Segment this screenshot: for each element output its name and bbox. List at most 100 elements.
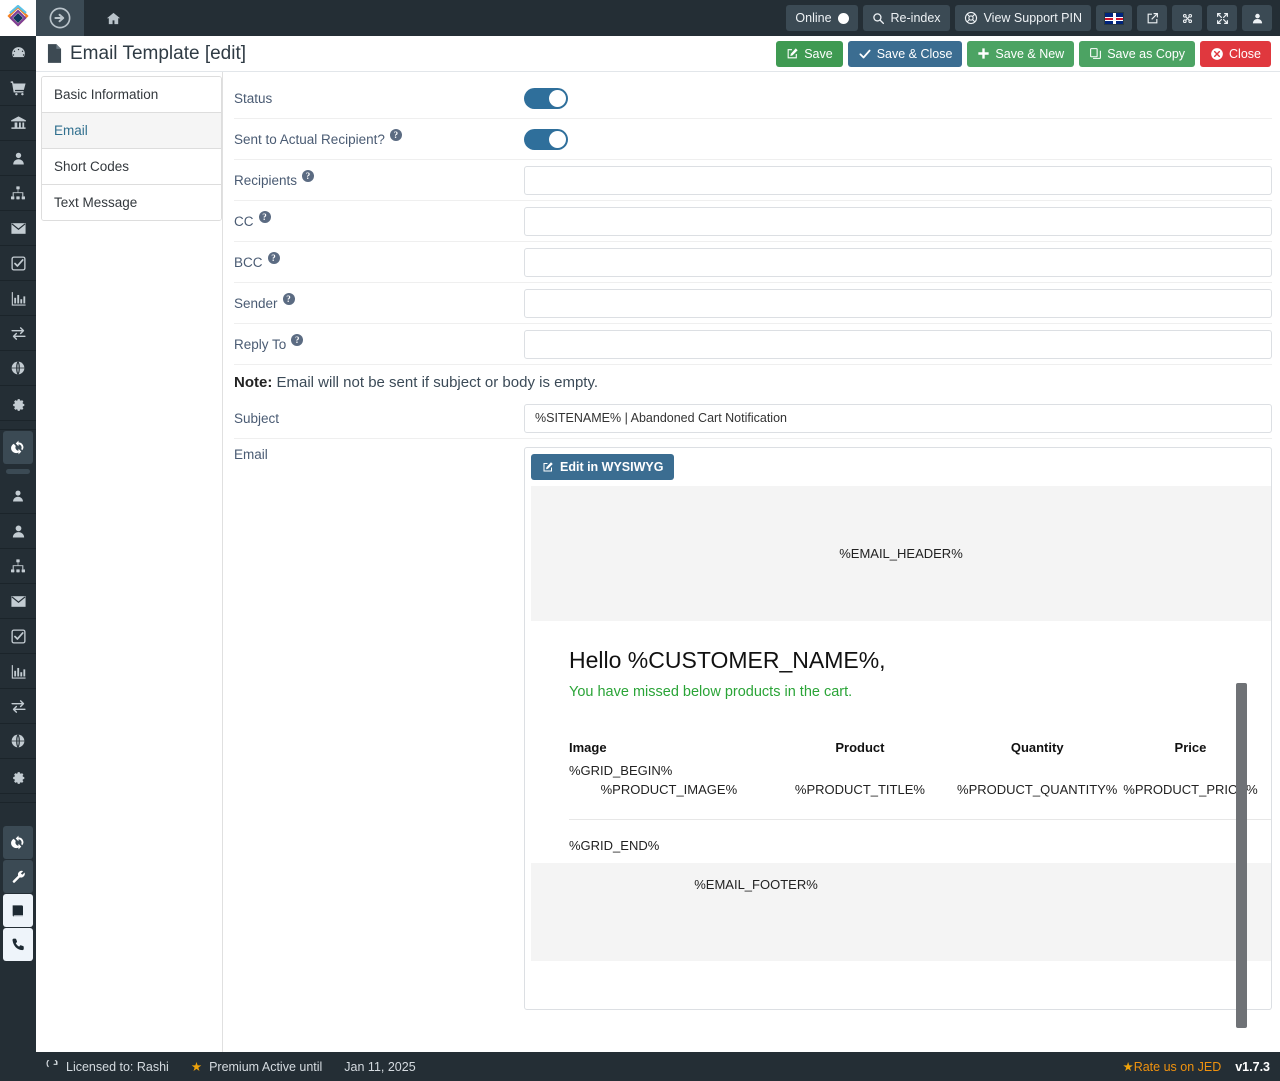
status-toggle[interactable] [524,87,568,109]
recipients-input[interactable] [524,165,1272,195]
rail-email[interactable] [0,211,36,246]
rail-settings[interactable] [0,386,36,421]
tab-text-message[interactable]: Text Message [42,185,221,220]
help-icon[interactable]: ? [302,170,315,182]
field-row-reply-to: Reply To ? [234,324,1272,365]
subject-input[interactable] [524,403,1272,433]
user-icon [1252,13,1262,23]
rail-sync-bottom[interactable] [3,826,33,859]
bcc-label-text: BCC [234,254,263,270]
bcc-label: BCC ? [234,252,524,270]
sent-to-actual-recipient-toggle-knob [549,130,566,148]
rail-localisation[interactable] [0,351,36,386]
sent-to-actual-recipient-toggle[interactable] [524,128,568,150]
star-icon: ★ [190,1060,203,1074]
help-icon[interactable]: ? [291,334,304,346]
view-support-pin-button[interactable]: View Support PIN [954,5,1091,31]
rail-categories[interactable] [0,176,36,211]
cc-label: CC ? [234,211,524,229]
save-and-new-button[interactable]: Save & New [967,40,1075,67]
pencil-square-icon [787,48,798,59]
preview-site-button[interactable] [1137,5,1167,31]
help-icon[interactable]: ? [258,211,271,223]
help-icon[interactable]: ? [282,293,295,305]
rail-email-2[interactable] [0,584,36,619]
rail-docs-bottom[interactable] [3,894,33,927]
field-row-recipients: Recipients ? [234,160,1272,201]
online-button[interactable]: Online [786,5,858,31]
rail-transactions[interactable] [0,316,36,351]
expand-arrows-icon [1216,12,1228,24]
rail-accounting[interactable] [0,106,36,141]
check-square-icon [10,255,26,271]
edit-in-wysiwyg-button[interactable]: Edit in WYSIWYG [531,454,675,480]
home-button[interactable] [84,0,142,36]
dashboard-icon [11,46,25,57]
tab-basic-information[interactable]: Basic Information [42,77,221,113]
save-as-copy-button[interactable]: Save as Copy [1079,40,1196,67]
rate-us-on-jed-link[interactable]: ★Rate us on JED [1122,1059,1221,1074]
joomla-button[interactable] [1172,5,1202,31]
rail-user-2[interactable] [0,479,36,514]
rail-customers[interactable] [0,141,36,176]
rail-tasks-2[interactable] [0,619,36,654]
user-menu-button[interactable] [1242,5,1272,31]
tab-email[interactable]: Email [42,113,221,149]
refresh-icon[interactable] [46,1060,59,1073]
rail-reports-2[interactable] [0,654,36,689]
fullscreen-button[interactable] [1207,5,1237,31]
brand-logo[interactable] [0,0,36,36]
toggle-menu-button[interactable] [36,0,84,36]
rail-reports[interactable] [0,281,36,316]
cc-label-text: CC [234,213,254,229]
premium-date-text: Jan 11, 2025 [344,1059,416,1074]
reindex-button[interactable]: Re-index [862,5,950,31]
save-and-close-button[interactable]: Save & Close [847,40,963,67]
save-button[interactable]: Save [776,40,843,67]
tab-text-message-label: Text Message [54,195,138,210]
rail-drag-handle[interactable] [6,469,30,474]
reply-to-input[interactable] [524,329,1272,359]
product-table-body: %GRID_BEGIN% %PRODUCT_IMAGE% %PRODUCT_TI… [569,761,1271,821]
home-icon [106,12,120,24]
tab-email-label: Email [54,123,88,138]
cc-input[interactable] [524,206,1272,236]
rail-sync-active[interactable] [3,431,33,464]
sender-input[interactable] [524,288,1272,318]
sender-label: Sender ? [234,293,524,311]
rail-user-3[interactable] [0,514,36,549]
note-bold-label: Note: [234,374,273,391]
rail-sitemap-2[interactable] [0,549,36,584]
recipients-control [524,165,1272,195]
page-header: Email Template [edit] Save Save & Close … [36,36,1280,72]
bcc-input[interactable] [524,247,1272,277]
rail-transactions-2[interactable] [0,689,36,724]
help-icon[interactable]: ? [389,129,402,141]
email-editor-label: Email [234,447,524,462]
online-label: Online [795,11,832,25]
rail-tasks[interactable] [0,246,36,281]
help-icon[interactable]: ? [267,252,280,264]
rail-orders[interactable] [0,71,36,106]
field-row-sent-to-actual-recipient: Sent to Actual Recipient? ? [234,119,1272,160]
rail-localisation-2[interactable] [0,724,36,759]
edit-in-wysiwyg-label: Edit in WYSIWYG [560,460,664,474]
rail-settings-2[interactable] [0,759,36,794]
save-label: Save [804,46,833,61]
rail-tools-bottom[interactable] [3,860,33,893]
rail-dashboard[interactable] [0,36,36,71]
globe-icon [11,361,25,375]
content-area: Basic Information Email Short Codes Text… [36,72,1280,1052]
rail-support-bottom[interactable] [3,928,33,961]
cell-product-image: %PRODUCT_IMAGE% [600,782,738,797]
tab-short-codes[interactable]: Short Codes [42,149,221,185]
language-flag-button[interactable] [1096,5,1132,31]
cell-product-title[interactable]: %PRODUCT_TITLE% [769,780,951,820]
save-and-new-label: Save & New [995,46,1065,61]
preview-scrollbar[interactable] [1236,683,1247,1028]
close-button[interactable]: Close [1200,40,1271,67]
wrench-icon [12,870,25,883]
reply-to-label-text: Reply To [234,336,287,352]
sent-to-actual-recipient-label: Sent to Actual Recipient? ? [234,129,524,147]
subject-control [524,403,1272,433]
